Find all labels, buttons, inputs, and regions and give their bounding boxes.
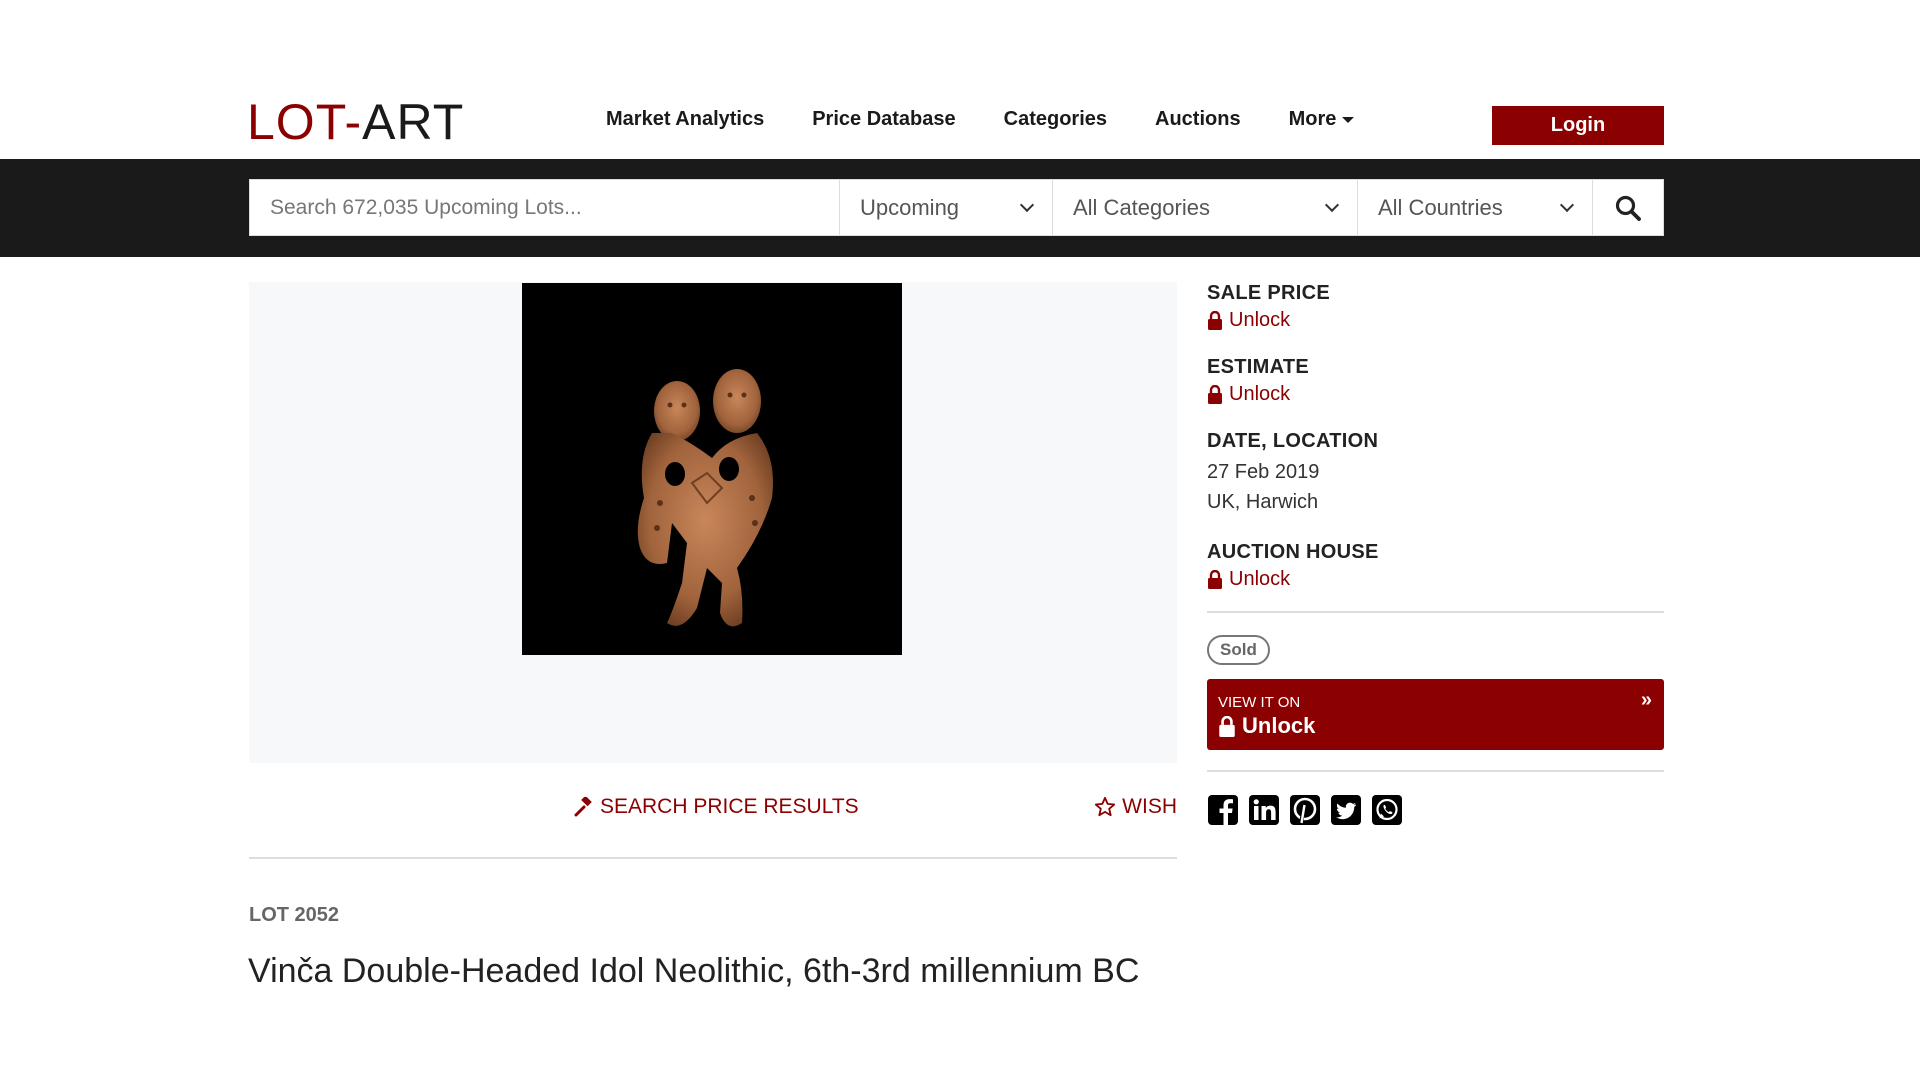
chevron-down-icon [1559,197,1575,212]
double-chevron-right-icon: » [1640,689,1652,711]
main-nav: Market Analytics Price Database Categori… [606,108,1402,131]
sale-price-unlock-link[interactable]: Unlock [1207,309,1664,332]
nav-price-database[interactable]: Price Database [812,108,955,131]
nav-more-dropdown[interactable]: More [1289,108,1355,131]
sale-location: UK, Harwich [1207,491,1319,513]
status-select[interactable]: Upcoming [840,180,1053,235]
site-header: LOT-ART Market Analytics Price Database … [0,0,1920,159]
lot-image[interactable] [522,283,902,655]
nav-categories[interactable]: Categories [1004,108,1107,131]
search-input[interactable] [250,180,840,235]
auction-house-section: AUCTION HOUSE Unlock [1207,541,1664,591]
divider [1207,770,1664,772]
status-select-value: Upcoming [860,194,960,220]
search-button[interactable] [1593,180,1663,235]
unlock-label: Unlock [1229,383,1291,405]
sale-price-section: SALE PRICE Unlock [1207,282,1664,332]
search-bar: Upcoming All Categories All Countries [0,159,1920,257]
view-unlock-label: Unlock [1242,713,1316,738]
status-badge: Sold [1207,635,1270,665]
sale-date: 27 Feb 2019 [1207,461,1320,483]
unlock-label: Unlock [1229,309,1291,331]
category-select[interactable]: All Categories [1053,180,1358,235]
chevron-down-icon [1324,197,1340,212]
idol-figure-image [637,369,773,627]
lot-actions: SEARCH PRICE RESULTS WISH [249,795,1177,835]
search-form: Upcoming All Categories All Countries [249,179,1664,236]
social-share [1207,794,1664,826]
lock-icon [1208,311,1222,330]
view-it-on-label: VIEW IT ON [1218,694,1301,711]
divider [1207,611,1664,613]
lot-number: LOT 2052 [249,904,340,926]
nav-auctions[interactable]: Auctions [1155,108,1241,131]
date-location-label: DATE, LOCATION [1207,430,1379,452]
whatsapp-icon[interactable] [1371,794,1403,826]
linkedin-icon[interactable] [1248,794,1280,826]
country-select-value: All Countries [1378,194,1503,220]
caret-down-icon [1342,116,1355,123]
unlock-label: Unlock [1229,568,1291,590]
wish-label: WISH [1122,795,1177,818]
estimate-section: ESTIMATE Unlock [1207,356,1664,406]
facebook-icon[interactable] [1207,794,1239,826]
search-price-results-link[interactable]: SEARCH PRICE RESULTS [574,795,859,819]
twitter-icon[interactable] [1330,794,1362,826]
lock-icon [1219,715,1235,737]
login-button[interactable]: Login [1492,106,1664,145]
gavel-icon [574,797,592,817]
star-icon [1095,796,1116,817]
country-select[interactable]: All Countries [1358,180,1593,235]
view-it-on-button[interactable]: VIEW IT ON Unlock » [1207,679,1664,750]
date-location-section: DATE, LOCATION 27 Feb 2019 UK, Harwich [1207,430,1664,517]
estimate-unlock-link[interactable]: Unlock [1207,383,1664,406]
estimate-label: ESTIMATE [1207,356,1310,378]
lot-title: Vinča Double-Headed Idol Neolithic, 6th-… [248,952,1140,990]
divider [249,857,1177,859]
logo-art: ART [362,94,465,150]
logo-lot: LOT [247,94,345,150]
nav-market-analytics[interactable]: Market Analytics [606,108,764,131]
view-unlock: Unlock [1218,713,1315,739]
lot-info-panel: SALE PRICE Unlock ESTIMATE Unlock DATE, … [1207,282,1664,826]
logo-dash: - [344,94,363,150]
auction-house-label: AUCTION HOUSE [1207,541,1379,563]
lock-icon [1208,570,1222,589]
lock-icon [1208,385,1222,404]
search-price-results-label: SEARCH PRICE RESULTS [600,795,859,818]
search-icon [1615,195,1641,221]
nav-more-label: More [1288,108,1337,130]
chevron-down-icon [1019,197,1035,212]
auction-house-unlock-link[interactable]: Unlock [1207,568,1664,591]
site-logo[interactable]: LOT-ART [247,97,464,147]
pinterest-icon[interactable] [1289,794,1321,826]
lot-image-panel [249,282,1177,763]
wish-button[interactable]: WISH [1094,795,1177,819]
sale-price-label: SALE PRICE [1207,282,1331,304]
category-select-value: All Categories [1073,194,1210,220]
